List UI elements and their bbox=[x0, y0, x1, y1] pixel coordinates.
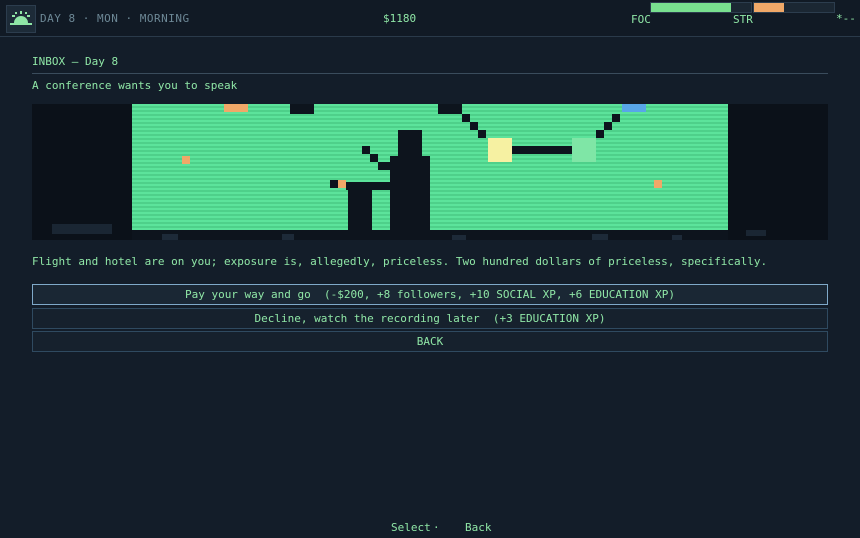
stress-meter-fill bbox=[754, 3, 784, 12]
conference-scene-illustration bbox=[32, 104, 828, 240]
message-subject: A conference wants you to speak bbox=[32, 79, 238, 92]
sunrise-icon bbox=[6, 5, 36, 33]
option-back[interactable]: BACK bbox=[32, 331, 828, 352]
footer-separator: · bbox=[433, 521, 440, 534]
message-body: Flight and hotel are on you; exposure is… bbox=[32, 255, 768, 268]
inbox-heading: INBOX – Day 8 bbox=[32, 55, 119, 68]
focus-label: FOC bbox=[631, 13, 651, 26]
focus-meter-fill bbox=[651, 3, 731, 12]
footer-back-hint: Back bbox=[465, 521, 492, 534]
option-pay-and-go[interactable]: Pay your way and go (-$200, +8 followers… bbox=[32, 284, 828, 305]
corner-mark: *-- bbox=[836, 12, 856, 25]
status-bar: DAY 8 · MON · MORNING $1180 FOC STR *-- bbox=[0, 0, 860, 37]
footer-select-hint: Select bbox=[391, 521, 431, 534]
focus-meter bbox=[650, 2, 752, 13]
money-display: $1180 bbox=[383, 12, 417, 25]
stress-label: STR bbox=[733, 13, 753, 26]
day-label: DAY 8 · MON · MORNING bbox=[40, 12, 190, 25]
divider bbox=[32, 73, 828, 74]
stress-meter bbox=[753, 2, 835, 13]
option-decline[interactable]: Decline, watch the recording later (+3 E… bbox=[32, 308, 828, 329]
